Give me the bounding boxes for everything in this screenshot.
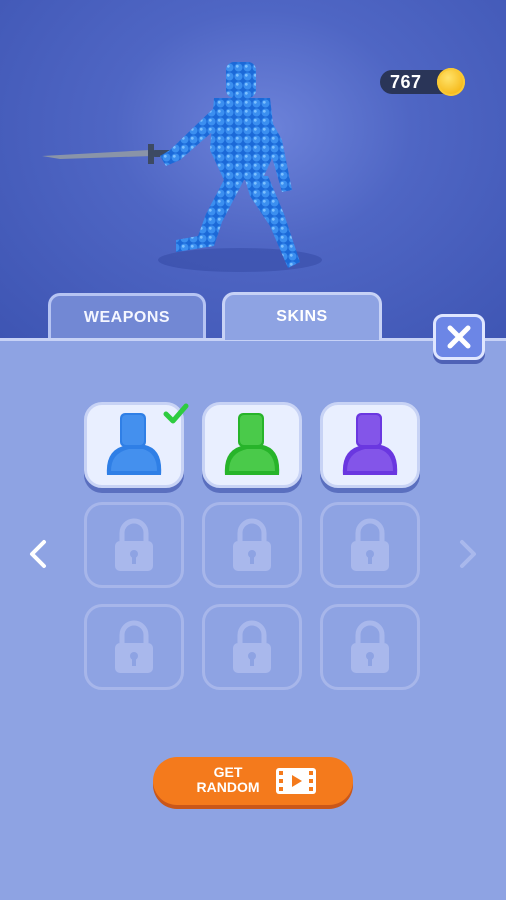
skin-slot-purple[interactable] xyxy=(320,402,420,488)
close-button[interactable] xyxy=(433,314,485,360)
gold-coin-icon xyxy=(437,68,465,96)
chevron-right-icon xyxy=(460,540,476,568)
locked-skin-slot[interactable] xyxy=(84,604,184,690)
lock-icon xyxy=(233,620,271,673)
skin-slot-green[interactable] xyxy=(202,402,302,488)
lock-icon xyxy=(351,620,389,673)
lock-icon xyxy=(351,518,389,571)
locked-skin-slot[interactable] xyxy=(84,502,184,588)
lock-icon xyxy=(115,518,153,571)
tab-skins-label: SKINS xyxy=(276,308,328,325)
locked-skin-slot[interactable] xyxy=(320,502,420,588)
prev-page-button[interactable] xyxy=(22,534,56,574)
video-ad-icon xyxy=(276,768,316,794)
locked-skin-slot[interactable] xyxy=(202,502,302,588)
lock-icon xyxy=(233,518,271,571)
character-figure xyxy=(42,62,300,268)
lock-icon xyxy=(115,620,153,673)
selected-check-icon xyxy=(163,403,189,424)
green-skin-icon xyxy=(224,413,280,475)
sword-blade-icon xyxy=(42,150,152,159)
get-random-button[interactable]: GET RANDOM xyxy=(153,757,353,805)
tab-skins[interactable]: SKINS xyxy=(222,292,382,340)
chevron-left-icon xyxy=(30,540,46,568)
close-x-icon xyxy=(447,325,471,349)
purple-skin-icon xyxy=(342,413,398,475)
locked-skin-slot[interactable] xyxy=(202,604,302,690)
next-page-button[interactable] xyxy=(450,534,484,574)
character-preview: 767 xyxy=(0,0,506,338)
skin-slot-blue[interactable] xyxy=(84,402,189,488)
tab-weapons-label: WEAPONS xyxy=(83,309,171,326)
tab-weapons[interactable]: WEAPONS xyxy=(48,293,206,338)
get-random-label: GET RANDOM xyxy=(196,764,260,795)
coin-count: 767 xyxy=(390,72,422,92)
locked-skin-slot[interactable] xyxy=(320,604,420,690)
